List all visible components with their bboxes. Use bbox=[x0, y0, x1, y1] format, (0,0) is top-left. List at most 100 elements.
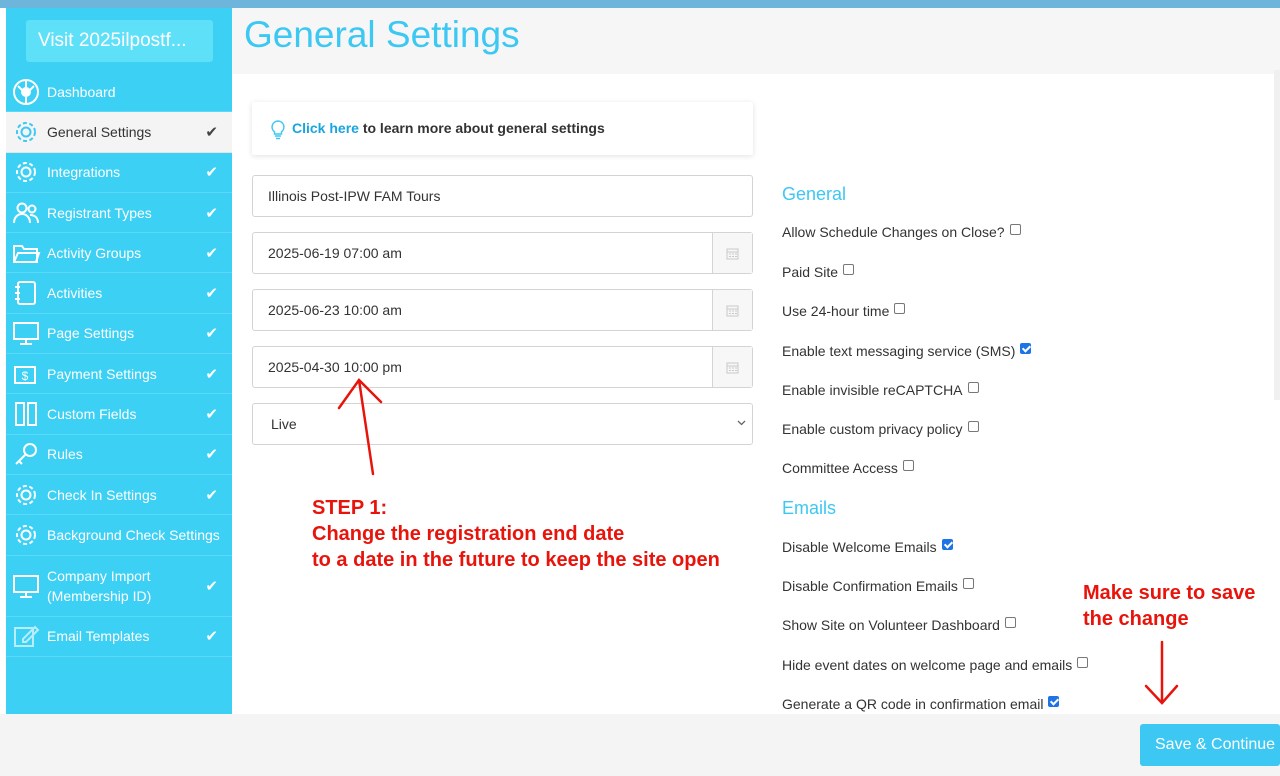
option-disable-welcome-emails[interactable]: Disable Welcome Emails bbox=[782, 538, 953, 555]
checkbox[interactable] bbox=[1048, 695, 1060, 707]
info-card: Click here to learn more about general s… bbox=[252, 102, 753, 155]
option-allow-schedule-changes[interactable]: Allow Schedule Changes on Close? bbox=[782, 223, 1021, 240]
option-24-hour-time[interactable]: Use 24-hour time bbox=[782, 302, 906, 319]
sidebar-item-activity-groups[interactable]: Activity Groups ✔ bbox=[6, 233, 232, 274]
sidebar-item-payment-settings[interactable]: $ Payment Settings ✔ bbox=[6, 354, 232, 395]
site-name-input[interactable]: Illinois Post-IPW FAM Tours bbox=[252, 175, 753, 217]
option-label: Show Site on Volunteer Dashboard bbox=[782, 617, 1000, 633]
calendar-icon bbox=[726, 248, 739, 259]
calendar-button[interactable] bbox=[712, 290, 752, 330]
checkbox[interactable] bbox=[843, 263, 855, 275]
save-line-1: Make sure to save bbox=[1083, 582, 1256, 604]
option-committee-access[interactable]: Committee Access bbox=[782, 459, 914, 476]
label-line-1: Company Import bbox=[47, 567, 151, 584]
checkbox[interactable] bbox=[1020, 342, 1032, 354]
sidebar-item-label: Activity Groups bbox=[47, 244, 142, 261]
sidebar-item-company-import[interactable]: Company Import (Membership ID) ✔ bbox=[6, 556, 232, 617]
checkbox[interactable] bbox=[967, 381, 979, 393]
window-top-border bbox=[0, 0, 1280, 8]
option-privacy-policy[interactable]: Enable custom privacy policy bbox=[782, 420, 979, 437]
option-hide-event-dates[interactable]: Hide event dates on welcome page and ema… bbox=[782, 656, 1089, 673]
gear-icon bbox=[16, 524, 36, 545]
option-label: Hide event dates on welcome page and ema… bbox=[782, 657, 1073, 673]
folder-icon bbox=[13, 244, 41, 263]
option-label: Allow Schedule Changes on Close? bbox=[782, 224, 1005, 240]
sidebar-item-registrant-types[interactable]: Registrant Types ✔ bbox=[6, 193, 232, 234]
check-icon: ✔ bbox=[205, 446, 218, 464]
calendar-icon bbox=[726, 305, 739, 316]
sidebar-item-activities[interactable]: Activities ✔ bbox=[6, 273, 232, 314]
calendar-button[interactable] bbox=[712, 347, 752, 387]
checkbox[interactable] bbox=[941, 538, 953, 550]
arrow-down-icon bbox=[1144, 640, 1179, 705]
sidebar-item-dashboard[interactable]: Dashboard bbox=[6, 72, 232, 113]
sidebar-item-background-check-settings[interactable]: Background Check Settings bbox=[6, 515, 232, 556]
sidebar-item-email-templates[interactable]: Email Templates ✔ bbox=[6, 617, 232, 657]
monitor-icon bbox=[13, 574, 39, 598]
save-line-2: the change bbox=[1083, 608, 1189, 630]
sidebar-item-general-settings[interactable]: General Settings ✔ bbox=[6, 112, 232, 153]
sidebar-item-label: Email Templates bbox=[47, 628, 150, 645]
option-recaptcha[interactable]: Enable invisible reCAPTCHA bbox=[782, 381, 979, 398]
edit-icon bbox=[14, 625, 40, 648]
sidebar-item-custom-fields[interactable]: Custom Fields ✔ bbox=[6, 394, 232, 435]
info-rest-text: to learn more about general settings bbox=[358, 120, 605, 136]
option-volunteer-dashboard[interactable]: Show Site on Volunteer Dashboard bbox=[782, 616, 1016, 633]
site-status-select[interactable]: Live bbox=[252, 403, 753, 445]
sidebar: Visit 2025ilpostf... Dashboard General S… bbox=[6, 8, 232, 714]
registration-end-date-input[interactable]: 2025-04-30 10:00 pm bbox=[252, 346, 753, 388]
option-paid-site[interactable]: Paid Site bbox=[782, 263, 855, 280]
sidebar-item-label: Check In Settings bbox=[47, 486, 157, 503]
checkbox[interactable] bbox=[894, 302, 906, 314]
users-icon bbox=[13, 202, 39, 223]
option-qr-code[interactable]: Generate a QR code in confirmation email bbox=[782, 695, 1060, 712]
sidebar-item-label: General Settings bbox=[47, 123, 152, 140]
page-header: General Settings bbox=[232, 8, 1280, 74]
lightbulb-icon bbox=[271, 120, 285, 140]
sidebar-item-check-in-settings[interactable]: Check In Settings ✔ bbox=[6, 475, 232, 516]
end-date-input[interactable]: 2025-06-23 10:00 am bbox=[252, 289, 753, 331]
footer-bar bbox=[0, 714, 1280, 776]
start-date-value: 2025-06-19 07:00 am bbox=[268, 245, 402, 261]
visit-site-button[interactable]: Visit 2025ilpostf... bbox=[26, 20, 213, 62]
checkbox[interactable] bbox=[1004, 616, 1016, 628]
registration-end-value: 2025-04-30 10:00 pm bbox=[268, 359, 402, 375]
option-label: Disable Confirmation Emails bbox=[782, 578, 958, 594]
emails-section-title: Emails bbox=[782, 498, 837, 518]
check-icon: ✔ bbox=[205, 123, 218, 141]
info-text: Click here to learn more about general s… bbox=[292, 120, 605, 136]
checkbox[interactable] bbox=[967, 420, 979, 432]
checkbox[interactable] bbox=[902, 459, 914, 471]
checkbox[interactable] bbox=[1077, 656, 1089, 668]
option-label: Enable invisible reCAPTCHA bbox=[782, 382, 963, 398]
check-icon: ✔ bbox=[205, 244, 218, 262]
money-icon: $ bbox=[14, 365, 36, 384]
learn-more-link[interactable]: Click here bbox=[292, 120, 359, 136]
option-label: Paid Site bbox=[782, 264, 839, 280]
save-continue-button[interactable]: Save & Continue bbox=[1140, 724, 1280, 766]
check-icon: ✔ bbox=[205, 628, 218, 646]
step1-annotation: STEP 1: Change the registration end date… bbox=[312, 495, 720, 573]
status-value: Live bbox=[271, 416, 297, 432]
check-icon: ✔ bbox=[205, 285, 218, 303]
check-icon: ✔ bbox=[205, 325, 218, 343]
save-annotation: Make sure to save the change bbox=[1083, 580, 1255, 632]
check-icon: ✔ bbox=[205, 365, 218, 383]
sidebar-item-page-settings[interactable]: Page Settings ✔ bbox=[6, 314, 232, 355]
calendar-button[interactable] bbox=[712, 233, 752, 273]
option-sms[interactable]: Enable text messaging service (SMS) bbox=[782, 342, 1032, 359]
gear-icon bbox=[16, 121, 36, 142]
scrollbar[interactable] bbox=[1274, 70, 1280, 400]
check-icon: ✔ bbox=[205, 164, 218, 182]
calendar-icon bbox=[726, 362, 739, 373]
option-disable-confirmation-emails[interactable]: Disable Confirmation Emails bbox=[782, 577, 974, 594]
checkbox[interactable] bbox=[1009, 223, 1021, 235]
sidebar-item-label: Background Check Settings bbox=[47, 526, 220, 543]
end-date-value: 2025-06-23 10:00 am bbox=[268, 302, 402, 318]
sidebar-item-label: Activities bbox=[47, 285, 103, 302]
start-date-input[interactable]: 2025-06-19 07:00 am bbox=[252, 232, 753, 274]
checkbox[interactable] bbox=[962, 577, 974, 589]
sidebar-item-rules[interactable]: Rules ✔ bbox=[6, 435, 232, 475]
sidebar-item-integrations[interactable]: Integrations ✔ bbox=[6, 153, 232, 193]
check-icon: ✔ bbox=[205, 406, 218, 424]
